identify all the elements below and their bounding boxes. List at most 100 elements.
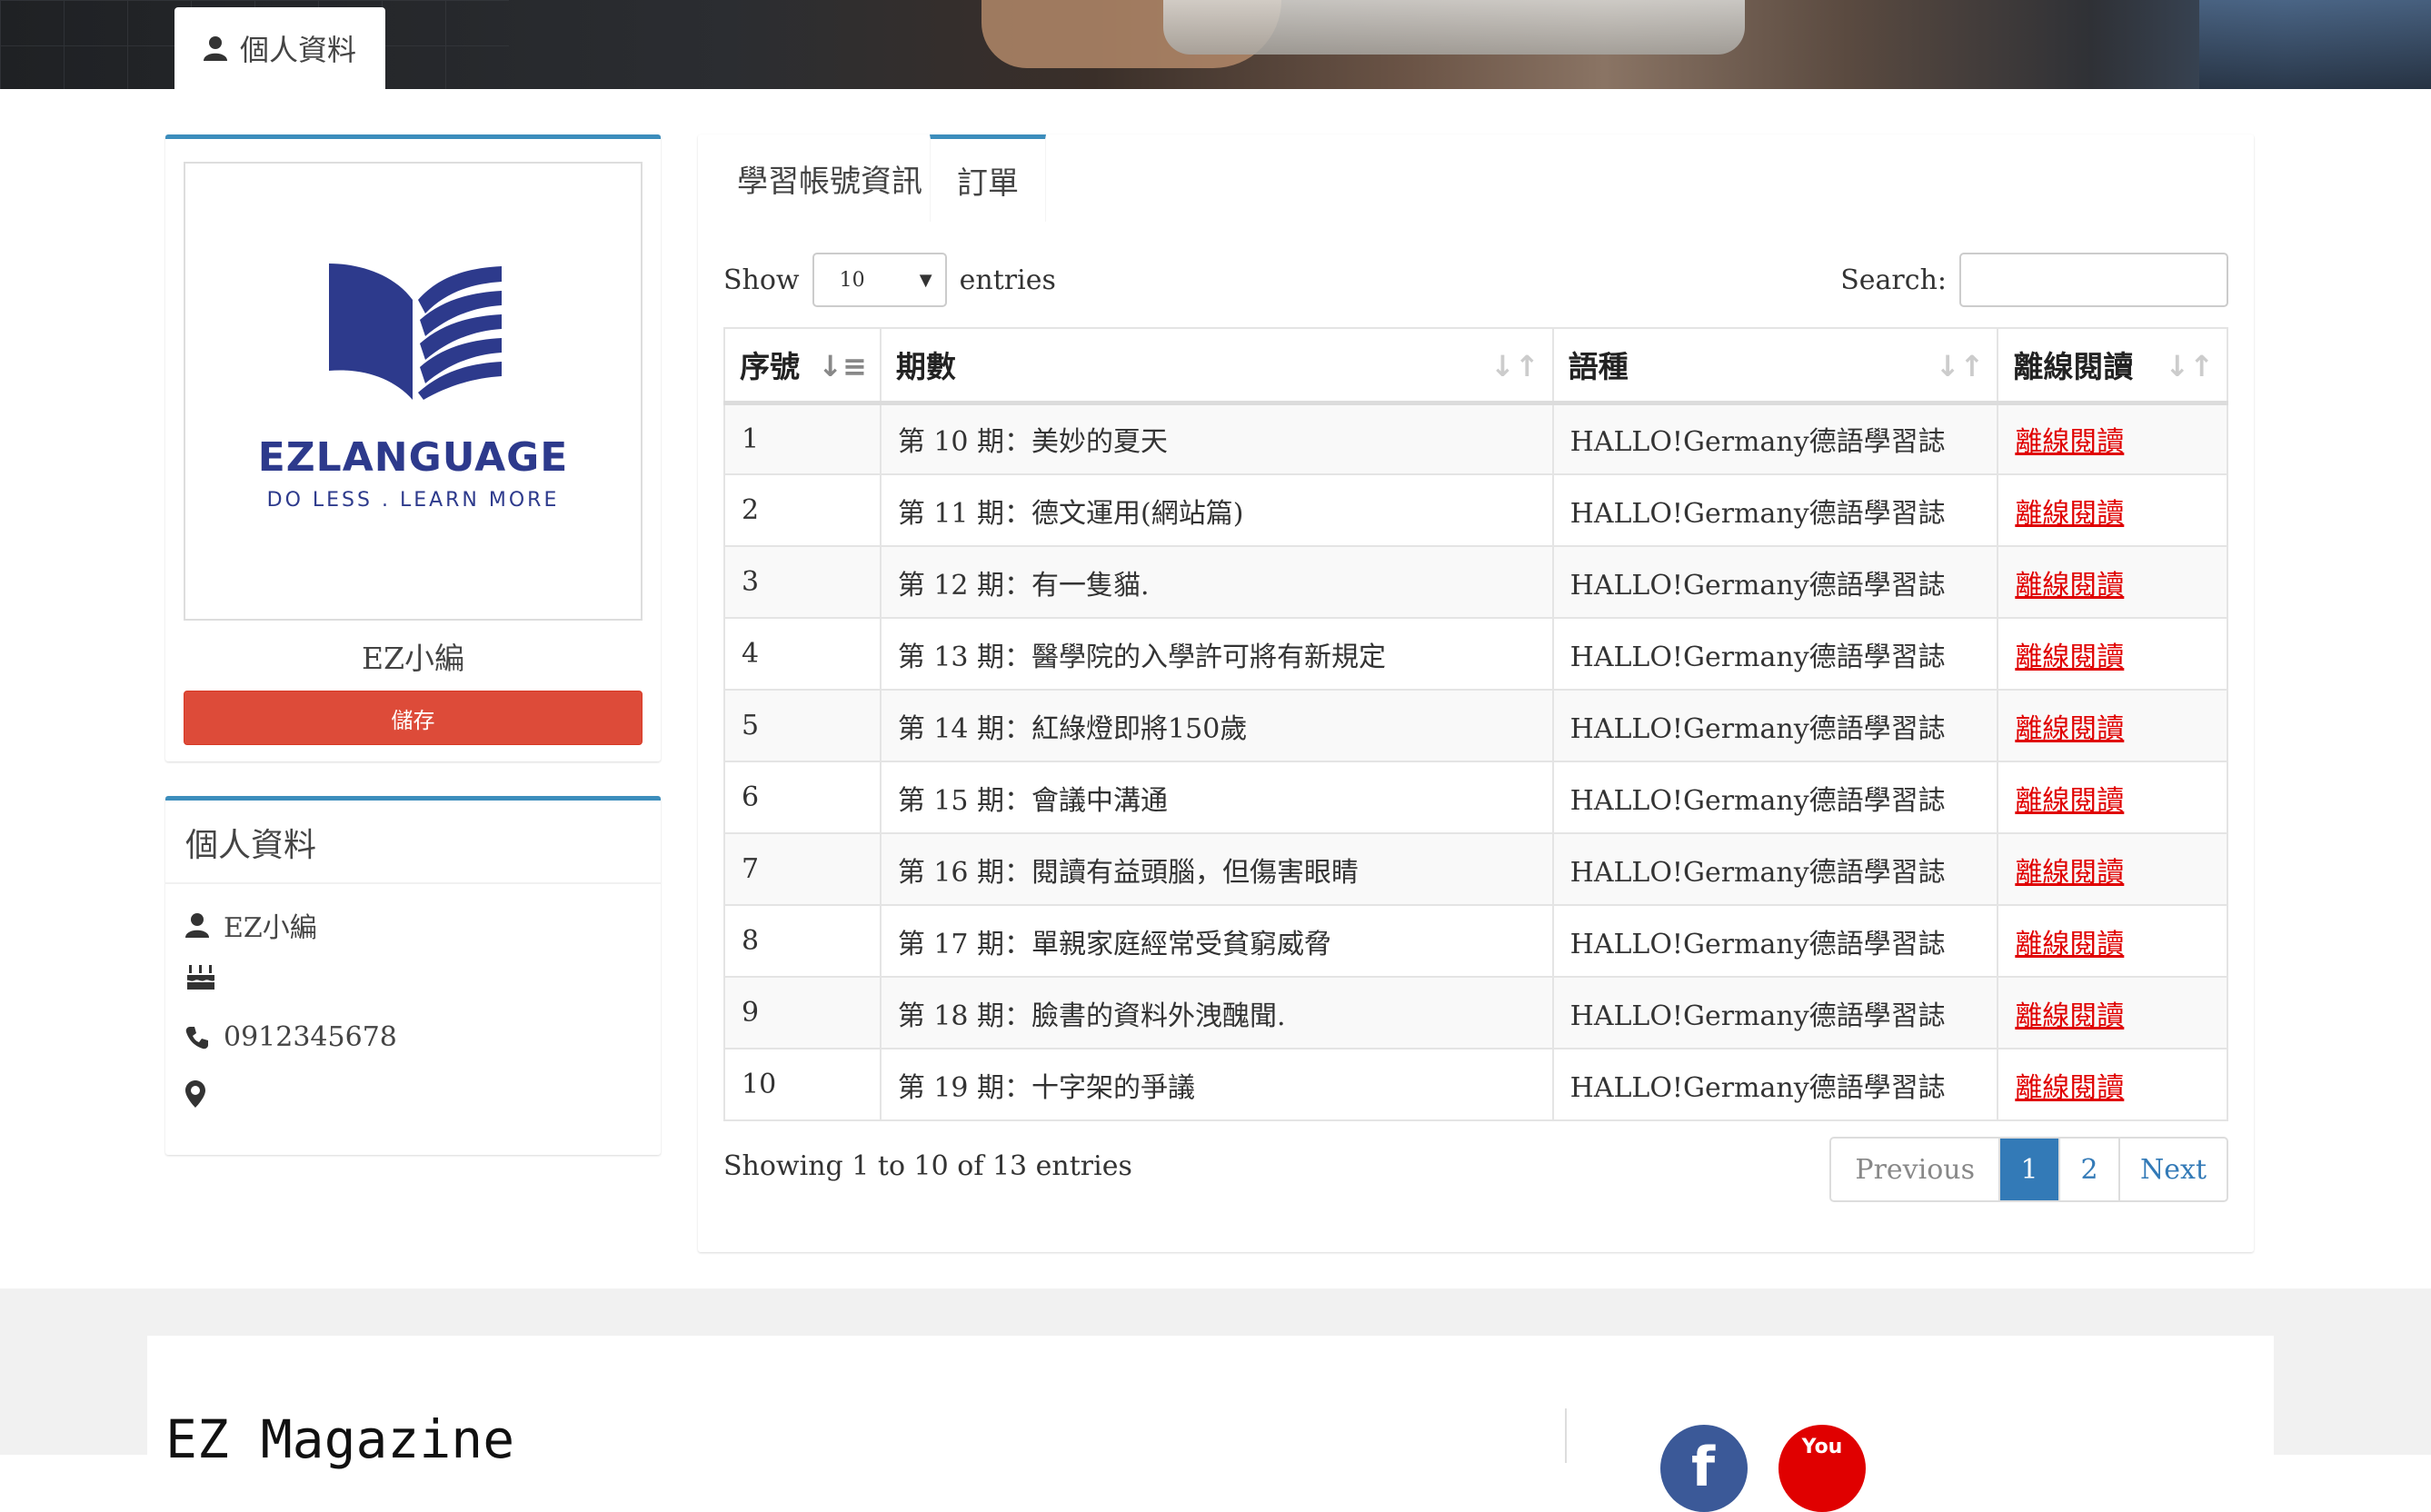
info-row-location xyxy=(185,1080,205,1108)
page-size-value: 10 xyxy=(839,268,865,292)
cell-number: 1 xyxy=(723,402,882,475)
cell-number: 4 xyxy=(723,617,882,691)
profile-tab[interactable]: 個人資料 xyxy=(174,7,385,89)
facebook-icon[interactable]: f xyxy=(1660,1425,1748,1512)
footer-divider xyxy=(1565,1408,1567,1463)
cell-language: HALLO!Germany德語學習誌 xyxy=(1551,832,1999,906)
footer-card: EZ Magazine f You xyxy=(147,1336,2274,1512)
offline-reading-link[interactable]: 離線閱讀 xyxy=(1997,402,2228,475)
cell-number: 2 xyxy=(723,473,882,547)
tab-orders[interactable]: 訂單 xyxy=(930,134,1046,222)
avatar: EZLANGUAGE DO LESS . LEARN MORE xyxy=(184,162,643,621)
cell-language: HALLO!Germany德語學習誌 xyxy=(1551,473,1999,547)
table-row: 8第 17 期：單親家庭經常受貧窮威脅 HALLO!Germany德語學習誌 離線閱… xyxy=(723,904,2228,978)
offline-reading-link[interactable]: 離線閱讀 xyxy=(1997,761,2228,834)
tab-account-info[interactable]: 學習帳號資訊 xyxy=(716,134,943,222)
user-icon xyxy=(185,913,209,938)
youtube-label: You xyxy=(1801,1436,1843,1458)
column-header-language[interactable]: 語種 ↓↑ xyxy=(1551,327,1999,405)
cell-language: HALLO!Germany德語學習誌 xyxy=(1551,402,1999,475)
search-control: Search: xyxy=(1840,253,2228,307)
column-header-number[interactable]: 序號 ↓≡ xyxy=(723,327,882,405)
info-row-name: EZ小編 xyxy=(185,905,317,945)
cell-number: 6 xyxy=(723,761,882,834)
show-label: Show xyxy=(723,264,800,296)
offline-reading-link[interactable]: 離線閱讀 xyxy=(1997,832,2228,906)
table-row: 6第 15 期：會議中溝通 HALLO!Germany德語學習誌 離線閱讀 xyxy=(723,761,2228,834)
sort-icon: ↓↑ xyxy=(1490,349,1539,383)
offline-reading-link[interactable]: 離線閱讀 xyxy=(1997,904,2228,978)
column-header-label: 離線閱讀 xyxy=(2013,349,2134,385)
book-logo-icon xyxy=(329,264,502,400)
page-size-control: Show 10 ▼ entries xyxy=(723,253,1056,307)
entries-label: entries xyxy=(959,264,1056,296)
sort-icon: ↓↑ xyxy=(2165,349,2214,383)
cell-language: HALLO!Germany德語學習誌 xyxy=(1551,904,1999,978)
caret-down-icon: ▼ xyxy=(919,270,932,290)
next-page-button[interactable]: Next xyxy=(2118,1139,2227,1200)
youtube-icon[interactable]: You xyxy=(1778,1425,1866,1512)
save-button[interactable]: 儲存 xyxy=(184,691,643,745)
table-row: 5第 14 期：紅綠燈即將150歲 HALLO!Germany德語學習誌 離線閱讀 xyxy=(723,689,2228,762)
cell-number: 10 xyxy=(723,1048,882,1121)
offline-reading-link[interactable]: 離線閱讀 xyxy=(1997,689,2228,762)
cell-language: HALLO!Germany德語學習誌 xyxy=(1551,761,1999,834)
pagination: Previous 1 2 Next xyxy=(1829,1137,2228,1202)
column-header-offline-reading[interactable]: 離線閱讀 ↓↑ xyxy=(1997,327,2228,405)
cell-number: 5 xyxy=(723,689,882,762)
cell-issue: 第 19 期：十字架的爭議 xyxy=(879,1048,1554,1121)
page-size-select[interactable]: 10 ▼ xyxy=(812,253,947,307)
orders-table: 序號 ↓≡ 期數 ↓↑ 語種 ↓↑ 離線閱讀 ↓↑ 1第 10 期：美妙的夏天 HALLO… xyxy=(723,327,2228,1121)
column-header-issue[interactable]: 期數 ↓↑ xyxy=(879,327,1554,405)
search-label: Search: xyxy=(1840,264,1947,296)
profile-card: EZLANGUAGE DO LESS . LEARN MORE EZ小編 儲存 xyxy=(165,134,661,761)
cell-issue: 第 12 期：有一隻貓. xyxy=(879,545,1554,619)
birthday-cake-icon xyxy=(187,965,214,990)
cell-language: HALLO!Germany德語學習誌 xyxy=(1551,1048,1999,1121)
sort-ascending-icon: ↓≡ xyxy=(818,349,867,383)
info-name: EZ小編 xyxy=(224,912,317,944)
offline-reading-link[interactable]: 離線閱讀 xyxy=(1997,473,2228,547)
table-summary: Showing 1 to 10 of 13 entries xyxy=(723,1150,1132,1182)
page-button-1[interactable]: 1 xyxy=(1998,1139,2059,1200)
cell-number: 9 xyxy=(723,976,882,1049)
profile-tab-label: 個人資料 xyxy=(239,33,356,67)
previous-page-button[interactable]: Previous xyxy=(1831,1139,1998,1200)
sort-icon: ↓↑ xyxy=(1935,349,1985,383)
page-button-2[interactable]: 2 xyxy=(2058,1139,2118,1200)
personal-info-title: 個人資料 xyxy=(185,827,317,864)
info-row-birthday xyxy=(185,962,216,990)
map-marker-icon xyxy=(185,1080,205,1108)
cell-language: HALLO!Germany德語學習誌 xyxy=(1551,545,1999,619)
offline-reading-link[interactable]: 離線閱讀 xyxy=(1997,1048,2228,1121)
divider xyxy=(165,882,661,884)
orders-panel: 學習帳號資訊 訂單 Show 10 ▼ entries Search: 序號 ↓≡… xyxy=(698,134,2254,1252)
cell-issue: 第 13 期：醫學院的入學許可將有新規定 xyxy=(879,617,1554,691)
offline-reading-link[interactable]: 離線閱讀 xyxy=(1997,545,2228,619)
table-row: 3第 12 期：有一隻貓. HALLO!Germany德語學習誌 離線閱讀 xyxy=(723,545,2228,619)
profile-name: EZ小編 xyxy=(361,641,465,676)
banner-laptop-image xyxy=(1163,0,1745,55)
cell-language: HALLO!Germany德語學習誌 xyxy=(1551,976,1999,1049)
offline-reading-link[interactable]: 離線閱讀 xyxy=(1997,617,2228,691)
info-phone: 0912345678 xyxy=(224,1021,397,1053)
footer-title: EZ Magazine xyxy=(165,1408,515,1470)
table-row: 9第 18 期：臉書的資料外洩醜聞. HALLO!Germany德語學習誌 離線閱讀 xyxy=(723,976,2228,1049)
search-input[interactable] xyxy=(1959,253,2228,307)
cell-language: HALLO!Germany德語學習誌 xyxy=(1551,689,1999,762)
personal-info-card: 個人資料 EZ小編 0912345678 xyxy=(165,796,661,1155)
header-banner: 個人資料 xyxy=(0,0,2431,89)
cell-issue: 第 16 期：閱讀有益頭腦，但傷害眼睛 xyxy=(879,832,1554,906)
column-header-label: 序號 xyxy=(740,349,800,385)
cell-issue: 第 18 期：臉書的資料外洩醜聞. xyxy=(879,976,1554,1049)
cell-issue: 第 14 期：紅綠燈即將150歲 xyxy=(879,689,1554,762)
logo-title: EZLANGUAGE xyxy=(257,434,569,481)
cell-issue: 第 15 期：會議中溝通 xyxy=(879,761,1554,834)
cell-issue: 第 10 期：美妙的夏天 xyxy=(879,402,1554,475)
offline-reading-link[interactable]: 離線閱讀 xyxy=(1997,976,2228,1049)
cell-number: 8 xyxy=(723,904,882,978)
table-row: 4第 13 期：醫學院的入學許可將有新規定 HALLO!Germany德語學習誌離… xyxy=(723,617,2228,691)
table-row: 2第 11 期：德文運用(網站篇) HALLO!Germany德語學習誌 離線閱讀 xyxy=(723,473,2228,547)
column-header-label: 期數 xyxy=(895,349,956,385)
banner-book-image xyxy=(2199,0,2431,89)
